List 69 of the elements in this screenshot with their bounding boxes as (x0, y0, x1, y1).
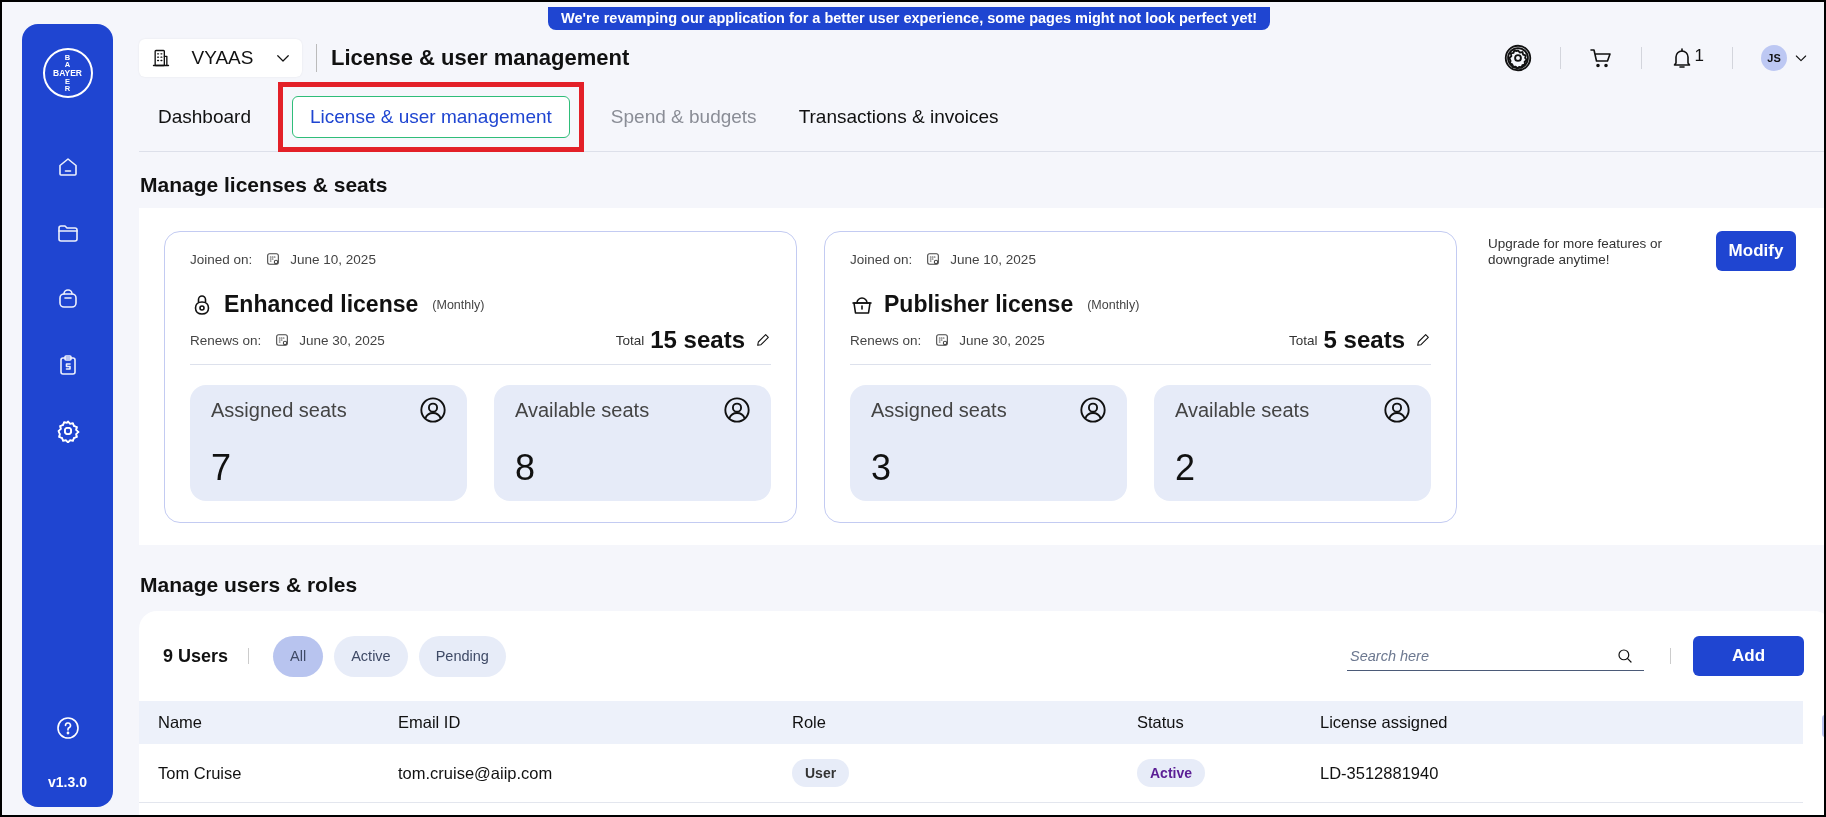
total-label: Total (1289, 332, 1318, 348)
status-badge: Active (1137, 759, 1206, 787)
joined-date: June 10, 2025 (290, 251, 376, 267)
section-title: Manage users & roles (140, 573, 359, 597)
column-header: License assigned (1320, 701, 1803, 744)
building-icon (151, 48, 171, 68)
filter-chip[interactable]: All (273, 635, 324, 677)
notification-count: 1 (1694, 46, 1704, 66)
table-cell: LD-3512881940 (1320, 744, 1803, 803)
stat-label: Assigned seats (211, 399, 347, 422)
organization-dropdown[interactable]: VYAAS (139, 39, 302, 77)
search-field[interactable]: Search here (1347, 641, 1644, 671)
renews-date: June 30, 2025 (299, 332, 385, 348)
table-cell: Tom Cruise (139, 744, 398, 803)
tab[interactable]: Transactions & invoices (780, 96, 1017, 138)
search-icon[interactable] (1616, 647, 1634, 665)
add-button[interactable]: Add (1693, 636, 1804, 676)
column-header: Role (792, 701, 1137, 744)
renews-label: Renews on: (850, 332, 922, 348)
stat-value: 7 (211, 447, 233, 489)
renews-date: June 30, 2025 (959, 332, 1045, 348)
page-title: License & user management (331, 45, 630, 71)
calendar-icon (925, 251, 942, 267)
license-name: Publisher license (884, 291, 1074, 318)
person-icon (723, 396, 751, 424)
stat-label: Available seats (515, 399, 650, 422)
renews-label: Renews on: (190, 332, 262, 348)
announcement-banner: We're revamping our application for a better user experience, some pages might not look perfect yet! (548, 7, 1271, 30)
modify-button[interactable]: Modify (1716, 231, 1796, 271)
column-header: Email ID (398, 701, 792, 744)
billing-period: (Monthly) (1087, 297, 1140, 312)
stat-value: 3 (871, 447, 893, 489)
role-badge: User (792, 759, 850, 787)
calendar-icon (274, 332, 291, 348)
billing-period: (Monthly) (432, 297, 485, 312)
license-name: Enhanced license (224, 291, 419, 318)
total-seats: 15 seats (650, 326, 745, 354)
edit-icon[interactable] (755, 332, 771, 348)
joined-label: Joined on: (850, 251, 913, 267)
joined-date: June 10, 2025 (950, 251, 1036, 267)
settings-icon[interactable] (1503, 44, 1532, 72)
tab[interactable]: License & user management (291, 96, 570, 138)
settings-icon[interactable] (55, 419, 80, 443)
total-seats: 5 seats (1323, 326, 1405, 354)
calendar-icon (265, 251, 282, 267)
person-icon (419, 396, 447, 424)
filter-chip[interactable]: Pending (418, 635, 506, 677)
total-label: Total (615, 332, 645, 348)
stat-value: 2 (1175, 447, 1197, 489)
person-icon (1079, 396, 1107, 424)
section-title: Manage licenses & seats (140, 173, 389, 197)
calendar-icon (934, 332, 951, 348)
column-header: Name (139, 701, 398, 744)
edit-icon[interactable] (1415, 332, 1431, 348)
upgrade-text: Upgrade for more features or downgrade anytime! (1488, 236, 1664, 268)
column-header: Status (1137, 701, 1320, 744)
stat-value: 8 (515, 447, 537, 489)
person-icon (1383, 396, 1411, 424)
joined-label: Joined on: (190, 251, 253, 267)
cart-icon[interactable] (1588, 46, 1613, 70)
filter-chip[interactable]: Active (334, 635, 408, 677)
table-cell: tom.cruise@aiip.com (398, 744, 792, 803)
version-label: v1.3.0 (48, 774, 87, 790)
help-icon[interactable] (55, 716, 80, 740)
user-avatar[interactable]: JS (1761, 45, 1787, 71)
tab[interactable]: Dashboard (140, 96, 269, 138)
stat-label: Assigned seats (871, 399, 1007, 422)
user-count: 9 Users (163, 645, 229, 667)
stat-label: Available seats (1175, 399, 1310, 422)
